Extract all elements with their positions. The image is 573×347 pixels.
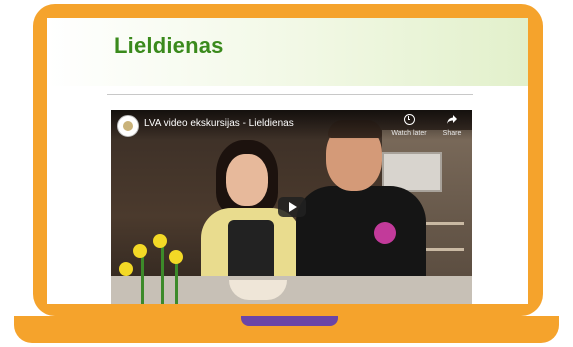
- clock-icon: [389, 114, 429, 128]
- play-button[interactable]: [278, 197, 306, 217]
- share-arrow-icon: [437, 114, 467, 128]
- share-button[interactable]: Share: [437, 114, 467, 137]
- watch-later-label: Watch later: [391, 130, 427, 137]
- video-player[interactable]: LVA video ekskursijas - Lieldienas Watch…: [111, 110, 472, 304]
- share-label: Share: [442, 130, 462, 137]
- page-title: Lieldienas: [114, 33, 224, 58]
- watch-later-button[interactable]: Watch later: [389, 114, 429, 137]
- header-divider: [107, 94, 473, 95]
- laptop-notch: [241, 316, 338, 326]
- play-icon: [289, 202, 297, 212]
- video-title[interactable]: LVA video ekskursijas - Lieldienas: [144, 118, 294, 129]
- daffodils: [111, 232, 191, 304]
- channel-avatar[interactable]: [117, 115, 139, 137]
- video-topbar: LVA video ekskursijas - Lieldienas Watch…: [111, 110, 472, 140]
- page-header: Lieldienas: [47, 18, 528, 86]
- laptop-screen: Lieldienas LVA video ekskursijas - Lield…: [47, 18, 528, 304]
